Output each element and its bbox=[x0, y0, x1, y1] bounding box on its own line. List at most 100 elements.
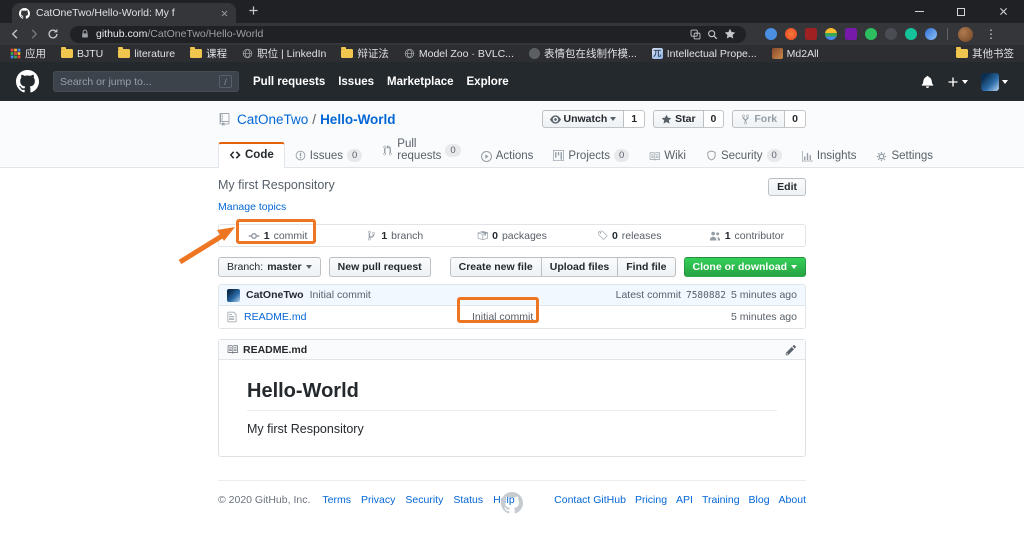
tab-pull-requests[interactable]: Pull requests 0 bbox=[372, 133, 470, 168]
extension-grammarly-icon[interactable] bbox=[905, 28, 917, 40]
window-close-button[interactable] bbox=[982, 0, 1024, 23]
github-footer-logo-icon[interactable] bbox=[501, 492, 523, 514]
github-logo-icon[interactable] bbox=[16, 70, 39, 93]
nav-pull-requests[interactable]: Pull requests bbox=[253, 76, 325, 88]
window-maximize-button[interactable] bbox=[940, 0, 982, 23]
repo-name-link[interactable]: Hello-World bbox=[320, 112, 396, 127]
file-name-link[interactable]: README.md bbox=[244, 311, 306, 323]
other-bookmarks[interactable]: 其他书签 bbox=[956, 46, 1014, 61]
back-icon[interactable] bbox=[9, 28, 21, 40]
tab-code[interactable]: Code bbox=[218, 142, 285, 168]
find-file-button[interactable]: Find file bbox=[617, 257, 676, 277]
find-in-page-icon[interactable] bbox=[707, 29, 718, 40]
commit-message-link[interactable]: Initial commit bbox=[310, 289, 371, 301]
extension-vpn-icon[interactable] bbox=[925, 28, 937, 40]
file-commit-message-link[interactable]: Initial commit bbox=[472, 311, 533, 323]
unwatch-button[interactable]: Unwatch bbox=[541, 110, 625, 128]
forward-icon[interactable] bbox=[28, 28, 40, 40]
watch-count[interactable]: 1 bbox=[624, 110, 646, 128]
tab-wiki[interactable]: Wiki bbox=[639, 145, 696, 168]
repo-owner-link[interactable]: CatOneTwo bbox=[237, 112, 308, 127]
star-count[interactable]: 0 bbox=[703, 110, 725, 128]
repo-icon bbox=[218, 113, 231, 126]
footer-privacy[interactable]: Privacy bbox=[361, 494, 395, 506]
new-tab-icon[interactable] bbox=[248, 5, 259, 16]
window-minimize-button[interactable] bbox=[898, 0, 940, 23]
upload-files-button[interactable]: Upload files bbox=[540, 257, 619, 277]
search-input[interactable] bbox=[60, 75, 215, 88]
browser-profile-avatar[interactable] bbox=[958, 26, 973, 42]
pencil-icon[interactable] bbox=[785, 344, 797, 356]
reload-icon[interactable] bbox=[47, 28, 59, 40]
create-new-file-button[interactable]: Create new file bbox=[449, 257, 542, 277]
commit-author-avatar[interactable] bbox=[227, 288, 240, 302]
tab-settings[interactable]: Settings bbox=[866, 145, 943, 168]
extension-evernote-icon[interactable] bbox=[865, 28, 877, 40]
tab-actions[interactable]: Actions bbox=[471, 145, 544, 168]
footer-security[interactable]: Security bbox=[405, 494, 443, 506]
user-menu[interactable] bbox=[981, 72, 1008, 91]
bookmark-intellectual-property[interactable]: 兀 Intellectual Prope... bbox=[651, 48, 757, 60]
footer-training[interactable]: Training bbox=[702, 494, 740, 506]
manage-topics-link[interactable]: Manage topics bbox=[218, 201, 286, 213]
bookmark-folder-bjtu[interactable]: BJTU bbox=[61, 47, 103, 60]
edit-description-button[interactable]: Edit bbox=[768, 178, 806, 196]
bookmark-folder-course[interactable]: 课程 bbox=[190, 46, 227, 61]
translate-icon[interactable] bbox=[690, 29, 701, 40]
tab-projects[interactable]: Projects 0 bbox=[543, 144, 639, 168]
footer-pricing[interactable]: Pricing bbox=[635, 494, 667, 506]
social-buttons: Unwatch 1 Star 0 Fork 0 bbox=[541, 110, 806, 128]
bell-icon[interactable] bbox=[921, 75, 934, 88]
nav-explore[interactable]: Explore bbox=[467, 76, 509, 88]
footer-api[interactable]: API bbox=[676, 494, 693, 506]
file-list-box: CatOneTwo Initial commit Latest commit 7… bbox=[218, 284, 806, 329]
tab-insights[interactable]: Insights bbox=[792, 145, 867, 168]
extension-video-icon[interactable] bbox=[765, 28, 777, 40]
commit-hash-link[interactable]: 7580882 bbox=[686, 290, 726, 301]
toolbar-divider bbox=[947, 28, 948, 40]
nav-issues[interactable]: Issues bbox=[338, 76, 374, 88]
bookmark-meme-maker[interactable]: 表情包在线制作模... bbox=[529, 46, 637, 61]
stat-commits[interactable]: 1 commit bbox=[219, 230, 336, 242]
bookmark-linkedin[interactable]: 职位 | LinkedIn bbox=[242, 46, 326, 61]
bookmark-model-zoo[interactable]: Model Zoo · BVLC... bbox=[404, 48, 514, 60]
new-pull-request-button[interactable]: New pull request bbox=[328, 257, 431, 277]
extension-onenote-icon[interactable] bbox=[845, 28, 857, 40]
commit-author-link[interactable]: CatOneTwo bbox=[246, 289, 304, 301]
browser-tab[interactable]: CatOneTwo/Hello-World: My f bbox=[12, 3, 236, 23]
tab-close-icon[interactable] bbox=[220, 9, 229, 18]
footer-terms[interactable]: Terms bbox=[322, 494, 351, 506]
clone-or-download-button[interactable]: Clone or download bbox=[683, 257, 806, 277]
fork-button[interactable]: Fork bbox=[732, 110, 786, 128]
extension-pocket-icon[interactable] bbox=[885, 28, 897, 40]
bookmark-folder-dialectics[interactable]: 辩证法 bbox=[341, 46, 389, 61]
extension-red-icon[interactable] bbox=[805, 28, 817, 40]
star-button[interactable]: Star bbox=[653, 110, 704, 128]
extension-orange-icon[interactable] bbox=[785, 28, 797, 40]
footer-status[interactable]: Status bbox=[453, 494, 483, 506]
branch-select-button[interactable]: Branch: master bbox=[218, 257, 321, 277]
bookmark-star-icon[interactable] bbox=[724, 28, 736, 40]
stat-branches[interactable]: 1 branch bbox=[336, 230, 453, 242]
nav-marketplace[interactable]: Marketplace bbox=[387, 76, 453, 88]
tab-security[interactable]: Security 0 bbox=[696, 144, 792, 168]
repo-description-row: My first Responsitory Edit bbox=[218, 178, 806, 196]
fork-count[interactable]: 0 bbox=[785, 110, 806, 128]
bookmark-folder-literature[interactable]: literature bbox=[118, 47, 175, 60]
tab-issues[interactable]: Issues 0 bbox=[285, 144, 373, 168]
footer-about[interactable]: About bbox=[779, 494, 806, 506]
bookmark-md2all[interactable]: Md2All bbox=[771, 48, 819, 60]
address-bar[interactable]: github.com/CatOneTwo/Hello-World bbox=[70, 25, 746, 43]
create-new-menu[interactable] bbox=[947, 76, 968, 88]
file-row-readme[interactable]: README.md Initial commit 5 minutes ago bbox=[219, 306, 805, 328]
browser-menu-icon[interactable]: ⋮ bbox=[985, 28, 997, 40]
stat-contributors[interactable]: 1 contributor bbox=[688, 230, 805, 242]
stat-packages[interactable]: 0 packages bbox=[453, 230, 570, 242]
extension-downloads-icon[interactable] bbox=[825, 28, 837, 40]
footer-contact[interactable]: Contact GitHub bbox=[554, 494, 626, 506]
stat-releases[interactable]: 0 releases bbox=[571, 230, 688, 242]
github-search[interactable]: / bbox=[53, 71, 239, 92]
footer-blog[interactable]: Blog bbox=[749, 494, 770, 506]
user-avatar bbox=[981, 72, 999, 91]
bookmark-apps[interactable]: 应用 bbox=[10, 46, 46, 61]
